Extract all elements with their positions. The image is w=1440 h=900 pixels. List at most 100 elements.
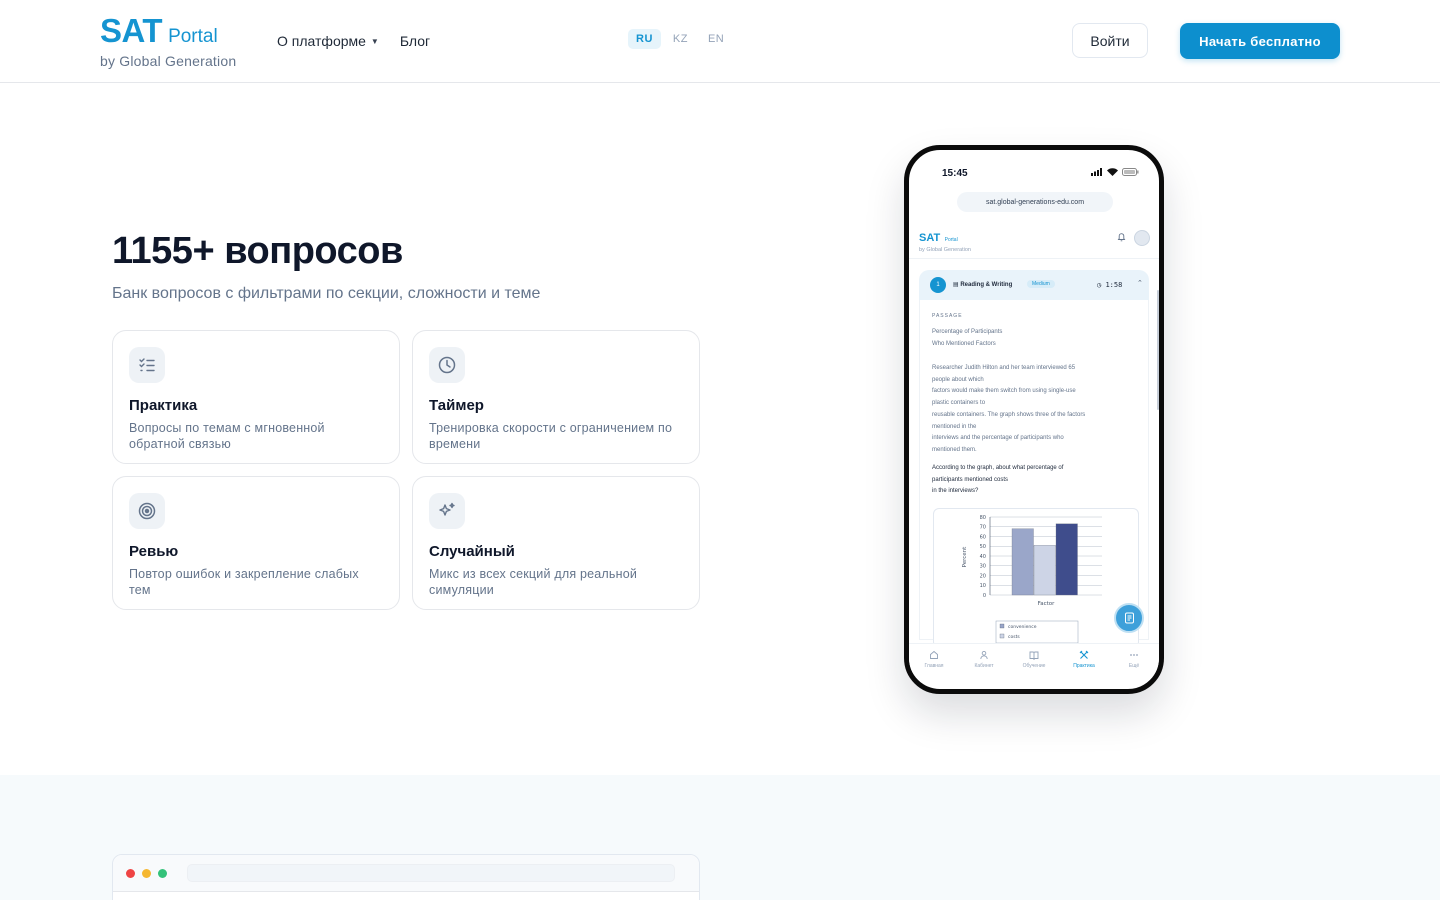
y-tick-label: 40 bbox=[980, 554, 986, 560]
hero-subtitle: Банк вопросов с фильтрами по секции, сло… bbox=[112, 285, 541, 302]
passage-line: reusable containers. The graph shows thr… bbox=[932, 411, 1086, 418]
passage-line: plastic containers to bbox=[932, 400, 986, 407]
logo[interactable]: SAT Portal by Global Generation bbox=[100, 14, 236, 69]
passage-line: Researcher Judith Hilton and her team in… bbox=[932, 365, 1076, 371]
caret-down-icon: ▼ bbox=[370, 36, 379, 46]
question-line: participants mentioned costs bbox=[932, 476, 1009, 483]
window-maximize-dot bbox=[158, 869, 167, 878]
browser-url-bar bbox=[187, 864, 675, 882]
legend-swatch bbox=[999, 623, 1005, 629]
legend-swatch bbox=[999, 633, 1005, 639]
home-icon bbox=[930, 650, 938, 659]
x-axis-label: Factor bbox=[1038, 601, 1056, 607]
card-title: Ревью bbox=[129, 543, 179, 560]
bottom-nav-label: Практика bbox=[1073, 663, 1095, 669]
passage-line: interviews and the percentage of partici… bbox=[932, 435, 1064, 442]
feature-card-random[interactable]: Случайный Микс из всех секций для реальн… bbox=[412, 476, 700, 610]
start-free-button[interactable]: Начать бесплатно bbox=[1180, 23, 1340, 59]
y-tick-label: 50 bbox=[980, 544, 986, 550]
y-tick-label: 10 bbox=[980, 583, 986, 589]
passage-title: Percentage of Participants Who Mentioned… bbox=[932, 327, 1142, 350]
checklist-icon bbox=[129, 347, 165, 383]
lang-kz[interactable]: KZ bbox=[665, 29, 696, 49]
question-text: According to the graph, about what perce… bbox=[932, 463, 1132, 498]
bar-chart-svg: 0 10 20 30 40 50 60 70 80 Factor Percent convenienc… bbox=[962, 515, 1102, 644]
login-button[interactable]: Войти bbox=[1072, 23, 1148, 58]
language-switcher: RU KZ EN bbox=[628, 29, 732, 49]
bottom-nav-label: Обучение bbox=[1022, 663, 1046, 669]
logo-portal-text: Portal bbox=[168, 26, 218, 47]
section-label: Reading & Writing bbox=[960, 282, 1013, 288]
phone-mockup: 15:45 sat.global-generations-edu.com SAT… bbox=[904, 145, 1164, 694]
card-description: Вопросы по темам с мгновенной обратной с… bbox=[129, 421, 325, 451]
y-tick-label: 70 bbox=[980, 525, 986, 531]
window-close-dot bbox=[126, 869, 135, 878]
nav-blog-link[interactable]: Блог bbox=[400, 33, 430, 49]
passage-line: mentioned in the bbox=[932, 423, 977, 430]
y-tick-label: 80 bbox=[980, 515, 986, 521]
passage-label: PASSAGE bbox=[932, 313, 963, 319]
sparkles-icon bbox=[429, 493, 465, 529]
phone-time: 15:45 bbox=[942, 168, 968, 179]
phone-logo[interactable]: SAT Portal by Global Generation bbox=[919, 228, 971, 253]
chart-bar bbox=[1011, 528, 1034, 596]
card-description: Тренировка скорости с ограничением по вр… bbox=[429, 421, 673, 451]
passage-body: Researcher Judith Hilton and her team in… bbox=[932, 363, 1142, 457]
feature-card-review[interactable]: Ревью Повтор ошибок и закрепление слабых… bbox=[112, 476, 400, 610]
status-icons bbox=[1091, 168, 1139, 176]
bottom-nav-label: Ещё bbox=[1128, 663, 1140, 669]
phone-bottom-nav: Главная Кабинет Обучение Практика Ещё bbox=[909, 643, 1159, 683]
chevron-up-icon[interactable]: ⌃ bbox=[1137, 279, 1143, 287]
card-title: Таймер bbox=[429, 397, 484, 414]
avatar[interactable] bbox=[1134, 230, 1150, 246]
lang-en[interactable]: EN bbox=[700, 29, 732, 49]
feature-card-timer[interactable]: Таймер Тренировка скорости с ограничение… bbox=[412, 330, 700, 464]
question-number: 1 bbox=[930, 277, 946, 293]
card-title: Практика bbox=[129, 397, 198, 414]
passage-title-line: Who Mentioned Factors bbox=[932, 340, 996, 347]
more-icon bbox=[1130, 654, 1138, 656]
nav-blog-label: Блог bbox=[399, 33, 431, 49]
passage-title-line: Percentage of Participants bbox=[932, 329, 1003, 335]
notebook-icon bbox=[1124, 612, 1134, 624]
main-nav: О платформе ▼ Блог bbox=[277, 33, 430, 49]
bottom-nav-more[interactable]: Ещё bbox=[1114, 650, 1154, 683]
logo-subtitle: by Global Generation bbox=[100, 53, 237, 69]
phone-logo-portal: Portal bbox=[944, 237, 958, 243]
difficulty-badge: Medium bbox=[1027, 280, 1055, 288]
question-header[interactable]: 1 ▤ Reading & Writing Medium ◷ 1:58 ⌃ bbox=[919, 270, 1149, 300]
clock-icon bbox=[429, 347, 465, 383]
bottom-nav-label: Главная bbox=[924, 663, 944, 669]
y-tick-label: 20 bbox=[980, 573, 986, 579]
lang-ru[interactable]: RU bbox=[628, 29, 661, 49]
chart-bar bbox=[1055, 523, 1078, 596]
browser-toolbar bbox=[113, 855, 699, 892]
practice-icon bbox=[1079, 650, 1089, 659]
nav-about-dropdown[interactable]: О платформе ▼ bbox=[277, 33, 379, 49]
notes-fab-button[interactable] bbox=[1114, 603, 1144, 633]
bell-icon[interactable] bbox=[1117, 232, 1126, 242]
browser-mockup bbox=[112, 854, 700, 900]
passage-line: mentioned them. bbox=[932, 446, 977, 453]
timer-value: 1:58 bbox=[1105, 281, 1123, 289]
user-icon bbox=[980, 650, 988, 660]
y-tick-label: 30 bbox=[980, 564, 986, 570]
phone-logo-sat: SAT bbox=[919, 232, 941, 244]
bottom-nav-label: Кабинет bbox=[974, 663, 994, 669]
question-section: ▤ Reading & Writing bbox=[953, 282, 1013, 288]
chart-bar bbox=[1033, 545, 1056, 596]
bottom-nav-learning[interactable]: Обучение bbox=[1014, 650, 1054, 683]
question-timer: ◷ 1:58 bbox=[1097, 281, 1123, 289]
phone-url-bar[interactable]: sat.global-generations-edu.com bbox=[957, 192, 1113, 212]
wifi-icon bbox=[1107, 168, 1118, 176]
question-line: According to the graph, about what perce… bbox=[932, 465, 1064, 471]
window-minimize-dot bbox=[142, 869, 151, 878]
bottom-nav-practice[interactable]: Практика bbox=[1064, 650, 1104, 683]
bottom-nav-profile[interactable]: Кабинет bbox=[964, 650, 1004, 683]
y-tick-label: 60 bbox=[980, 534, 986, 540]
passage-line: people about which bbox=[932, 376, 984, 383]
phone-scrollbar[interactable] bbox=[1157, 290, 1159, 410]
signal-icon bbox=[1091, 168, 1102, 176]
feature-card-practice[interactable]: Практика Вопросы по темам с мгновенной о… bbox=[112, 330, 400, 464]
bottom-nav-home[interactable]: Главная bbox=[914, 650, 954, 683]
